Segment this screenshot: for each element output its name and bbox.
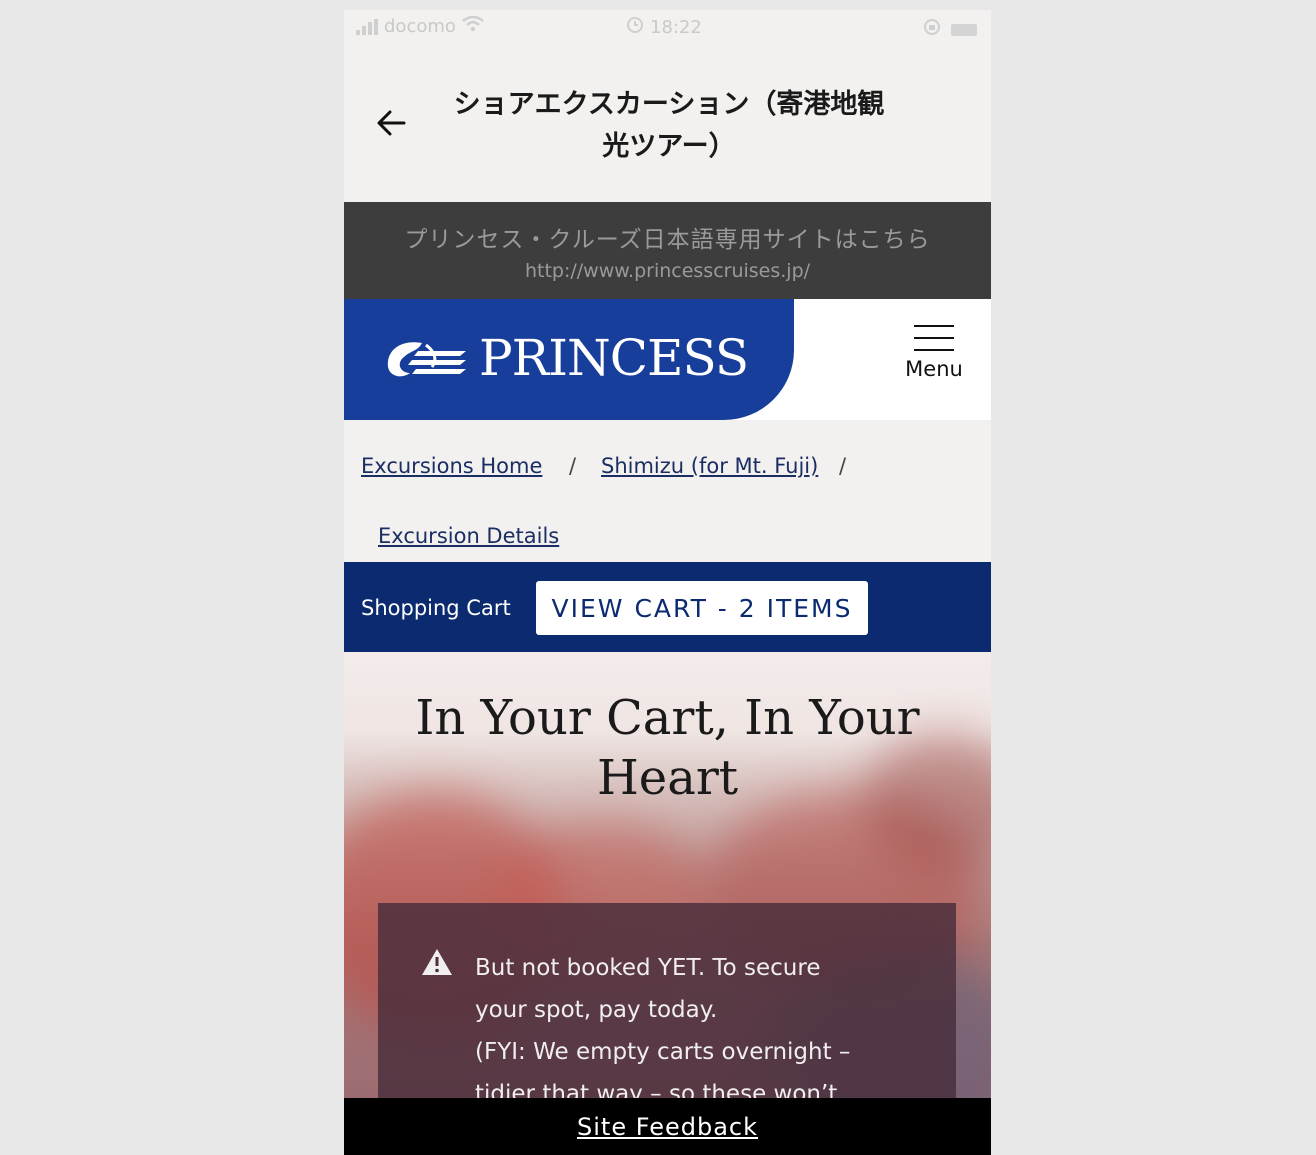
page-header: ショアエクスカーション（寄港地観 光ツアー） <box>344 44 991 202</box>
alarm-icon <box>626 16 644 39</box>
back-arrow-icon[interactable] <box>374 106 408 140</box>
brand-logo[interactable]: PRINCESS <box>344 299 794 420</box>
breadcrumb-excursions-home[interactable]: Excursions Home <box>361 454 542 478</box>
hero-title-line1: In Your Cart, In Your <box>415 690 920 746</box>
breadcrumb-excursion-details[interactable]: Excursion Details <box>378 524 559 548</box>
menu-label: Menu <box>905 357 963 381</box>
notice-line: your spot, pay today. <box>475 997 718 1023</box>
hero-title-line2: Heart <box>596 750 739 806</box>
notice-line: (FYI: We empty carts overnight – <box>475 1039 851 1065</box>
phone-screen: docomo 18:22 ショアエクスカーション（寄港地観 光ツアー） プリンセ… <box>344 10 991 1155</box>
japanese-site-url[interactable]: http://www.princesscruises.jp/ <box>344 260 991 282</box>
hero-title: In Your Cart, In Your Heart <box>374 688 961 808</box>
site-navbar: PRINCESS Menu <box>344 299 991 420</box>
cart-notice-box: But not booked YET. To secure your spot,… <box>378 903 956 1098</box>
shopping-cart-label: Shopping Cart <box>361 596 511 620</box>
view-cart-button[interactable]: VIEW CART - 2 ITEMS <box>536 581 868 635</box>
hamburger-icon <box>912 323 956 353</box>
cart-notice-text: But not booked YET. To secure your spot,… <box>475 947 915 1098</box>
seawitch-logo-icon <box>382 337 472 383</box>
japanese-site-banner[interactable]: プリンセス・クルーズ日本語専用サイトはこちら http://www.prince… <box>344 202 991 299</box>
status-bar: docomo 18:22 <box>344 10 991 44</box>
status-left: docomo <box>356 15 484 37</box>
notice-line: But not booked YET. To secure <box>475 955 821 981</box>
signal-icon <box>356 18 378 35</box>
page-title-line2: 光ツアー） <box>602 131 736 162</box>
wifi-icon <box>462 15 484 37</box>
carrier-name: docomo <box>384 16 456 37</box>
japanese-site-text: プリンセス・クルーズ日本語専用サイトはこちら <box>404 227 931 253</box>
battery-icon <box>951 23 977 36</box>
status-right <box>923 18 977 41</box>
logo-wordmark: PRINCESS <box>479 329 749 387</box>
page-title: ショアエクスカーション（寄港地観 光ツアー） <box>434 84 904 168</box>
notice-line: tidier that way – so these won’t <box>475 1081 838 1098</box>
breadcrumb-shimizu[interactable]: Shimizu (for Mt. Fuji) <box>601 454 818 478</box>
warning-icon <box>420 947 454 977</box>
page-title-line1: ショアエクスカーション（寄港地観 <box>453 89 885 120</box>
breadcrumb-separator: / <box>569 454 577 478</box>
status-center: 18:22 <box>626 16 702 39</box>
orientation-lock-icon <box>923 18 941 41</box>
site-feedback-bar: Site Feedback <box>344 1098 991 1155</box>
site-feedback-link[interactable]: Site Feedback <box>577 1113 758 1141</box>
breadcrumb-separator: / <box>839 454 847 478</box>
status-time: 18:22 <box>650 17 702 38</box>
menu-button[interactable]: Menu <box>894 323 974 393</box>
shopping-cart-bar: Shopping Cart VIEW CART - 2 ITEMS <box>344 562 991 652</box>
breadcrumb: Excursions Home / Shimizu (for Mt. Fuji)… <box>344 420 991 562</box>
hero-section: In Your Cart, In Your Heart But not book… <box>344 652 991 1098</box>
